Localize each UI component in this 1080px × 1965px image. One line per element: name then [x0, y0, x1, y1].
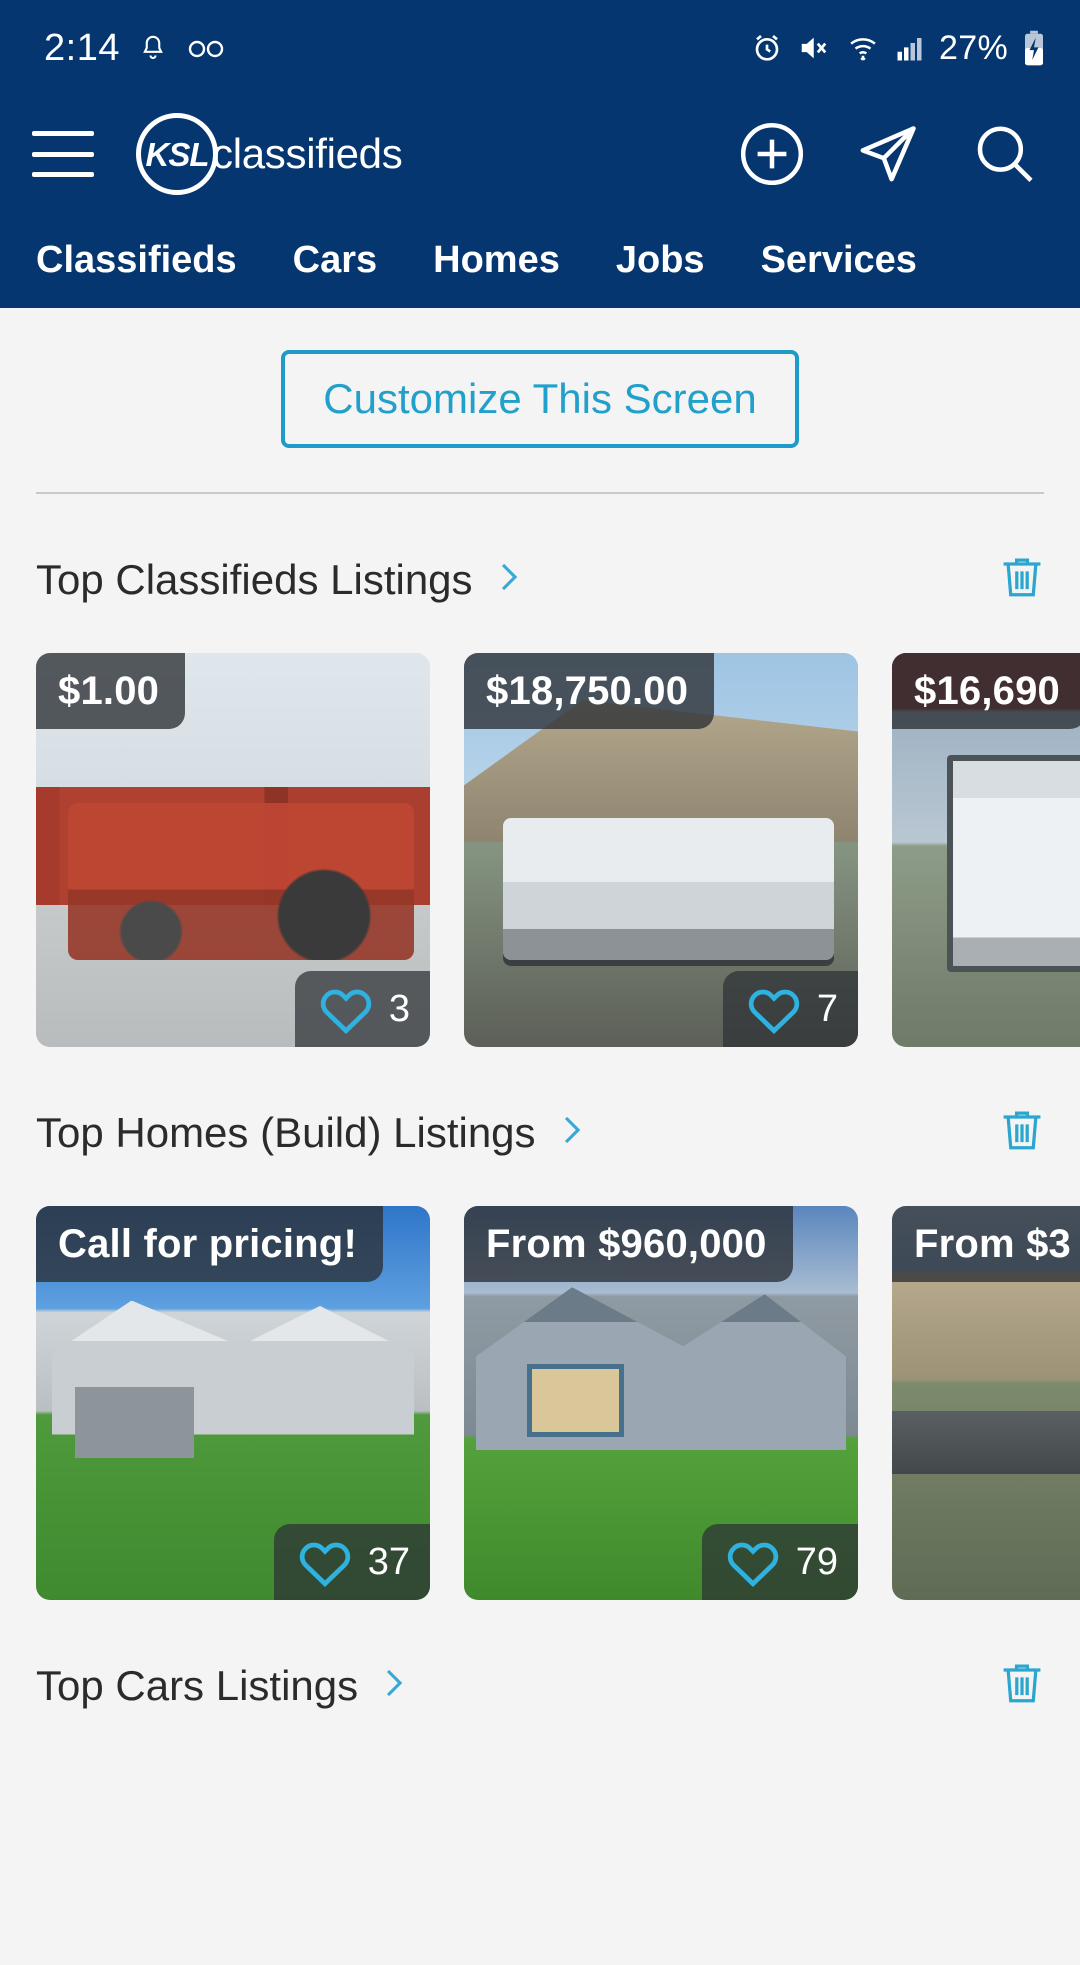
trash-icon[interactable]	[996, 548, 1048, 611]
tab-services[interactable]: Services	[733, 239, 917, 282]
customize-row: Customize This Screen	[0, 308, 1080, 448]
wifi-icon	[845, 33, 881, 63]
price-badge: $18,750.00	[464, 653, 715, 729]
cellular-signal-icon	[895, 33, 925, 63]
chevron-right-icon[interactable]	[376, 1660, 410, 1711]
status-bar-right: 27%	[751, 29, 1046, 68]
tab-classifieds[interactable]: Classifieds	[36, 239, 265, 282]
hamburger-menu-icon[interactable]	[32, 131, 94, 177]
favorites-count: 7	[816, 988, 838, 1030]
section-title-link-homes-build[interactable]: Top Homes (Build) Listings	[36, 1107, 588, 1158]
favorites-badge[interactable]: 7	[722, 971, 858, 1047]
listing-card[interactable]: Call for pricing! 37	[36, 1206, 430, 1600]
trash-icon[interactable]	[996, 1654, 1048, 1717]
favorites-badge[interactable]: 37	[273, 1524, 430, 1600]
price-badge: From $960,000	[464, 1206, 793, 1282]
listing-card[interactable]: From $960,000 79	[464, 1206, 858, 1600]
listing-card[interactable]: $16,690	[892, 653, 1080, 1047]
status-bar-left: 2:14	[44, 27, 226, 70]
battery-charging-icon	[1022, 30, 1046, 66]
plus-circle-icon[interactable]	[736, 118, 808, 190]
favorites-badge[interactable]: 3	[294, 971, 430, 1047]
chevron-right-icon[interactable]	[554, 1107, 588, 1158]
section-title: Top Homes (Build) Listings	[36, 1108, 536, 1156]
notification-bell-icon	[138, 31, 168, 65]
search-icon[interactable]	[968, 118, 1040, 190]
listing-card[interactable]: From $3	[892, 1206, 1080, 1600]
listing-row-classifieds[interactable]: $1.00 3 $18,750.00 7 $16,690	[0, 611, 1080, 1047]
section-title-link-cars[interactable]: Top Cars Listings	[36, 1660, 410, 1711]
status-clock: 2:14	[44, 26, 120, 69]
price-badge: $16,690	[892, 653, 1080, 729]
app-header-actions	[736, 118, 1050, 190]
listing-card[interactable]: $18,750.00 7	[464, 653, 858, 1047]
trash-icon[interactable]	[996, 1101, 1048, 1164]
chevron-right-icon[interactable]	[491, 554, 525, 605]
favorites-count: 79	[795, 1541, 838, 1583]
section-header-homes-build: Top Homes (Build) Listings	[0, 1047, 1080, 1164]
app-root: 2:14 27% KSL classifieds Classifieds Car…	[0, 0, 1080, 1965]
section-title-link-classifieds[interactable]: Top Classifieds Listings	[36, 554, 525, 605]
favorites-count: 3	[388, 988, 410, 1030]
voicemail-icon	[186, 36, 226, 60]
paper-plane-icon[interactable]	[852, 118, 924, 190]
tab-cars[interactable]: Cars	[265, 239, 406, 282]
customize-this-screen-button[interactable]: Customize This Screen	[281, 350, 799, 448]
favorites-count: 37	[367, 1541, 410, 1583]
app-header: KSL classifieds	[0, 96, 1080, 212]
mute-icon	[797, 33, 831, 63]
ksl-logo-word: classifieds	[212, 130, 403, 177]
section-header-cars: Top Cars Listings	[0, 1600, 1080, 1717]
section-title: Top Classifieds Listings	[36, 555, 473, 603]
listing-card[interactable]: $1.00 3	[36, 653, 430, 1047]
section-title: Top Cars Listings	[36, 1661, 359, 1709]
price-badge: From $3	[892, 1206, 1080, 1282]
favorites-badge[interactable]: 79	[701, 1524, 858, 1600]
app-logo[interactable]: KSL classifieds	[136, 113, 736, 195]
listing-row-homes-build[interactable]: Call for pricing! 37 From $960,000 79 Fr…	[0, 1164, 1080, 1600]
main-content: Customize This Screen Top Classifieds Li…	[0, 308, 1080, 1717]
tab-jobs[interactable]: Jobs	[588, 239, 733, 282]
ksl-logo-mark: KSL	[136, 113, 218, 195]
battery-percent-label: 27%	[939, 28, 1008, 67]
primary-nav-tabs: Classifieds Cars Homes Jobs Services	[0, 212, 1080, 308]
section-header-classifieds: Top Classifieds Listings	[0, 494, 1080, 611]
price-badge: $1.00	[36, 653, 186, 729]
tab-homes[interactable]: Homes	[405, 239, 588, 282]
status-bar: 2:14 27%	[0, 0, 1080, 96]
ksl-logo-text: KSL	[145, 135, 210, 173]
price-badge: Call for pricing!	[36, 1206, 383, 1282]
alarm-icon	[751, 32, 783, 64]
